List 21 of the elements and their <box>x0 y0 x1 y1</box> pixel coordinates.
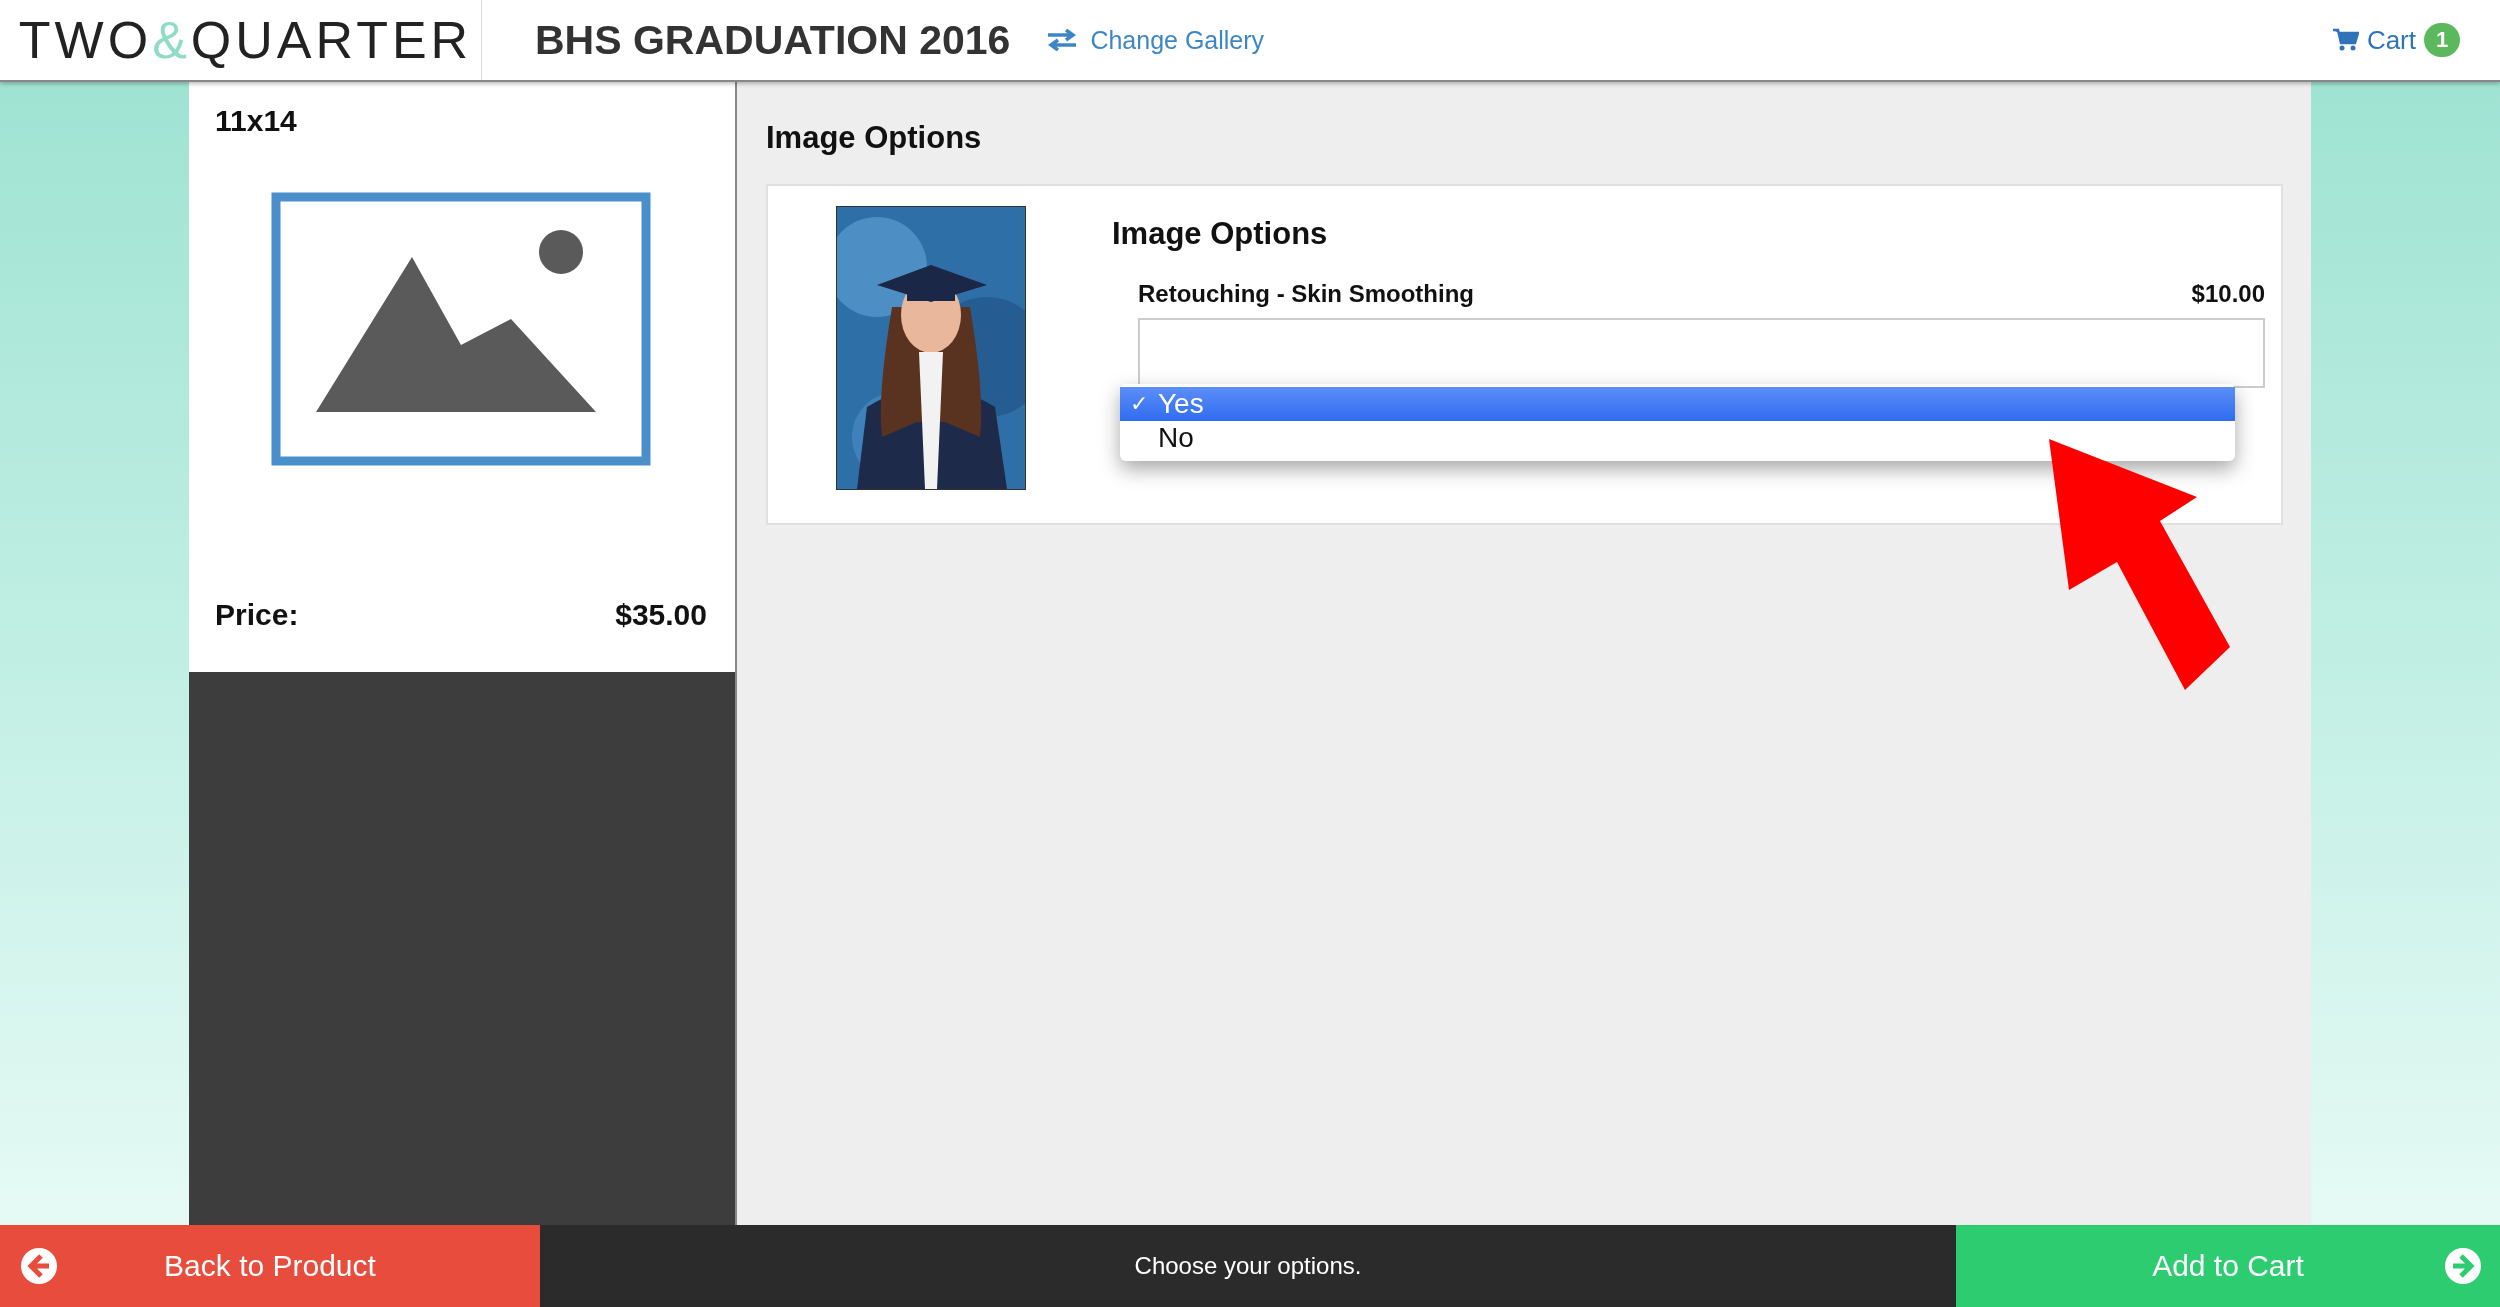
change-gallery-link[interactable]: Change Gallery <box>1046 25 1265 55</box>
cart-count-badge: 1 <box>2424 23 2460 57</box>
swap-arrows-icon <box>1046 29 1079 51</box>
status-message: Choose your options. <box>1133 1251 1363 1281</box>
back-to-product-button[interactable]: Back to Product <box>0 1225 540 1307</box>
options-heading: Image Options <box>1112 216 1329 252</box>
cart-icon <box>2332 28 2359 52</box>
option-price: $10.00 <box>2191 280 2265 308</box>
retouching-select[interactable] <box>1138 318 2265 388</box>
dropdown-option[interactable]: No <box>1120 421 2235 455</box>
cart-link[interactable]: Cart 1 <box>2332 23 2460 57</box>
option-label: Retouching - Skin Smoothing <box>1138 280 1474 308</box>
price-label: Price: <box>215 598 299 632</box>
gallery-title: BHS GRADUATION 2016 <box>535 16 1011 64</box>
logo[interactable]: TWO&QUARTER <box>0 0 482 80</box>
product-size: 11x14 <box>215 104 298 138</box>
dropdown-option[interactable]: ✓ Yes <box>1120 387 2235 421</box>
image-placeholder-icon <box>271 192 651 466</box>
price-value: $35.00 <box>615 598 707 632</box>
add-to-cart-button[interactable]: Add to Cart <box>1956 1225 2500 1307</box>
section-heading: Image Options <box>766 120 983 156</box>
